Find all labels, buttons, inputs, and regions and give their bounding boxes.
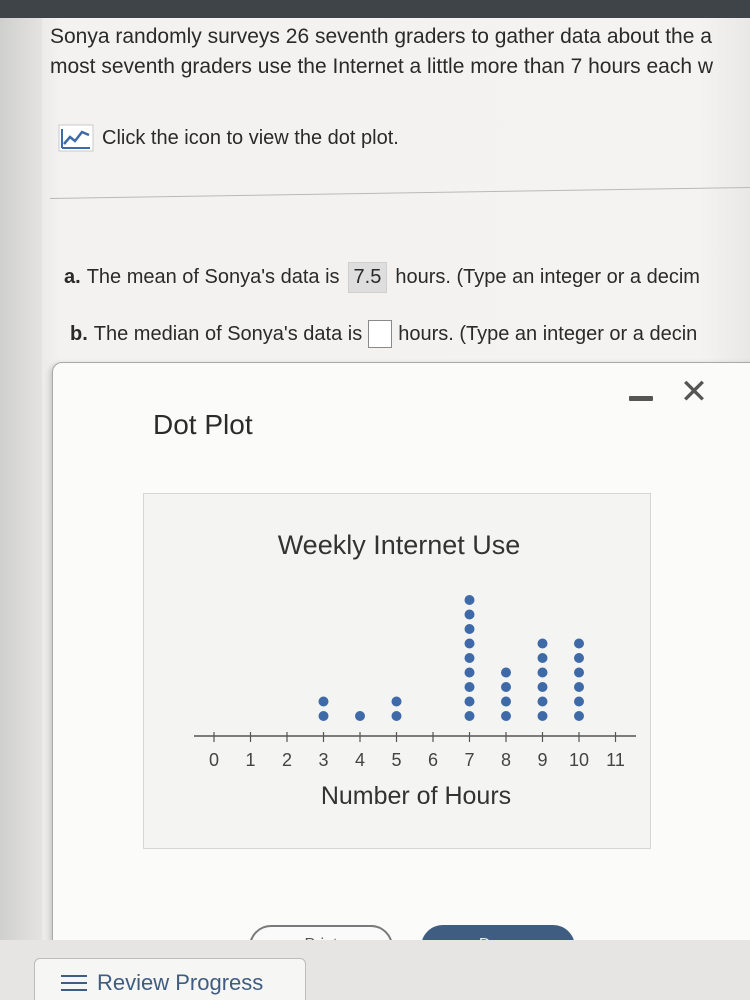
dot-point xyxy=(537,682,548,692)
dot-plot-chart: Weekly Internet Use 0 1 2 3 4 5 6 7 8 9 10 11 Numbe… xyxy=(143,493,651,849)
top-bar xyxy=(0,0,750,18)
question-text: Sonya randomly surveys 26 seventh grader… xyxy=(50,22,750,82)
x-tick-label: 10 xyxy=(569,750,589,770)
dot-point xyxy=(501,696,511,707)
dot-point xyxy=(464,667,475,678)
part-b-letter: b. xyxy=(70,322,88,345)
x-axis-label: Number of Hours xyxy=(321,782,511,810)
x-tick-label: 8 xyxy=(501,750,511,770)
dot-point xyxy=(464,609,475,620)
view-dot-plot-link[interactable]: Click the icon to view the dot plot. xyxy=(58,124,399,152)
dot-point xyxy=(464,595,475,605)
dot-point xyxy=(574,638,584,649)
left-margin xyxy=(0,18,42,1000)
part-b-instructions: hours. (Type an integer or a decin xyxy=(398,322,698,345)
dot-point xyxy=(537,638,548,649)
dot-point xyxy=(574,653,584,663)
dot-point xyxy=(464,653,475,663)
dot-point xyxy=(574,711,584,721)
x-tick-label: 11 xyxy=(606,750,625,770)
dot-point xyxy=(537,711,548,721)
dot-point xyxy=(391,711,402,721)
x-tick-label: 4 xyxy=(355,750,365,770)
dot-point xyxy=(464,682,475,692)
dot-point xyxy=(537,667,548,678)
dot-point xyxy=(391,696,402,707)
list-icon xyxy=(61,973,87,993)
part-a-instructions: hours. (Type an integer or a decim xyxy=(395,266,700,288)
part-a: a. The mean of Sonya's data is 7.5 hours… xyxy=(64,262,700,293)
x-tick-label: 7 xyxy=(464,750,474,770)
page: Sonya randomly surveys 26 seventh grader… xyxy=(0,0,750,1000)
dot-point xyxy=(464,624,475,634)
part-a-prompt: The mean of Sonya's data is xyxy=(86,266,340,288)
close-button[interactable]: ✕ xyxy=(679,375,709,409)
x-tick-label: 9 xyxy=(537,750,547,770)
section-divider xyxy=(49,187,750,199)
x-tick-label: 3 xyxy=(318,750,328,770)
dot-point xyxy=(574,696,584,707)
chart-icon[interactable] xyxy=(58,124,94,152)
chart-title: Weekly Internet Use xyxy=(278,530,521,560)
question-line-2: most seventh graders use the Internet a … xyxy=(50,55,714,78)
view-dot-plot-label[interactable]: Click the icon to view the dot plot. xyxy=(102,127,399,150)
x-tick-label: 5 xyxy=(391,750,401,770)
dot-point xyxy=(464,696,475,707)
part-a-letter: a. xyxy=(64,266,81,288)
dot-point xyxy=(355,711,365,721)
mean-answer-box: 7.5 xyxy=(347,262,388,293)
part-b: b. The median of Sonya's data is hours. … xyxy=(70,320,697,348)
dot-marks xyxy=(318,595,584,721)
minimize-button[interactable] xyxy=(629,391,653,405)
dot-plot-svg: Weekly Internet Use 0 1 2 3 4 5 6 7 8 9 10 11 Numbe… xyxy=(194,530,636,810)
review-progress-label[interactable]: Review Progress xyxy=(97,970,263,996)
dot-point xyxy=(574,682,584,692)
dot-point xyxy=(318,711,329,721)
question-line-1: Sonya randomly surveys 26 seventh grader… xyxy=(50,25,712,48)
x-axis-ticks: 0 1 2 3 4 5 6 7 8 9 10 11 xyxy=(209,732,625,770)
dot-plot-dialog: Dot Plot ✕ Weekly Internet Use 0 1 2 3 4 5 6 7 8… xyxy=(52,362,750,1000)
dot-point xyxy=(501,682,511,692)
dot-point xyxy=(501,711,511,721)
x-tick-label: 0 xyxy=(209,750,219,770)
review-progress-button[interactable]: Review Progress xyxy=(34,958,306,1000)
dot-point xyxy=(501,667,511,678)
dot-point xyxy=(537,696,548,707)
median-answer-input[interactable] xyxy=(368,320,393,348)
dot-point xyxy=(318,696,329,707)
x-tick-label: 2 xyxy=(282,750,292,770)
dot-point xyxy=(464,638,475,649)
x-tick-label: 6 xyxy=(428,750,438,770)
dot-point xyxy=(537,653,548,663)
x-tick-label: 1 xyxy=(245,750,255,770)
part-b-prompt: The median of Sonya's data is xyxy=(93,322,363,345)
dialog-title: Dot Plot xyxy=(153,409,253,440)
dot-point xyxy=(464,711,475,721)
dot-point xyxy=(574,667,584,678)
